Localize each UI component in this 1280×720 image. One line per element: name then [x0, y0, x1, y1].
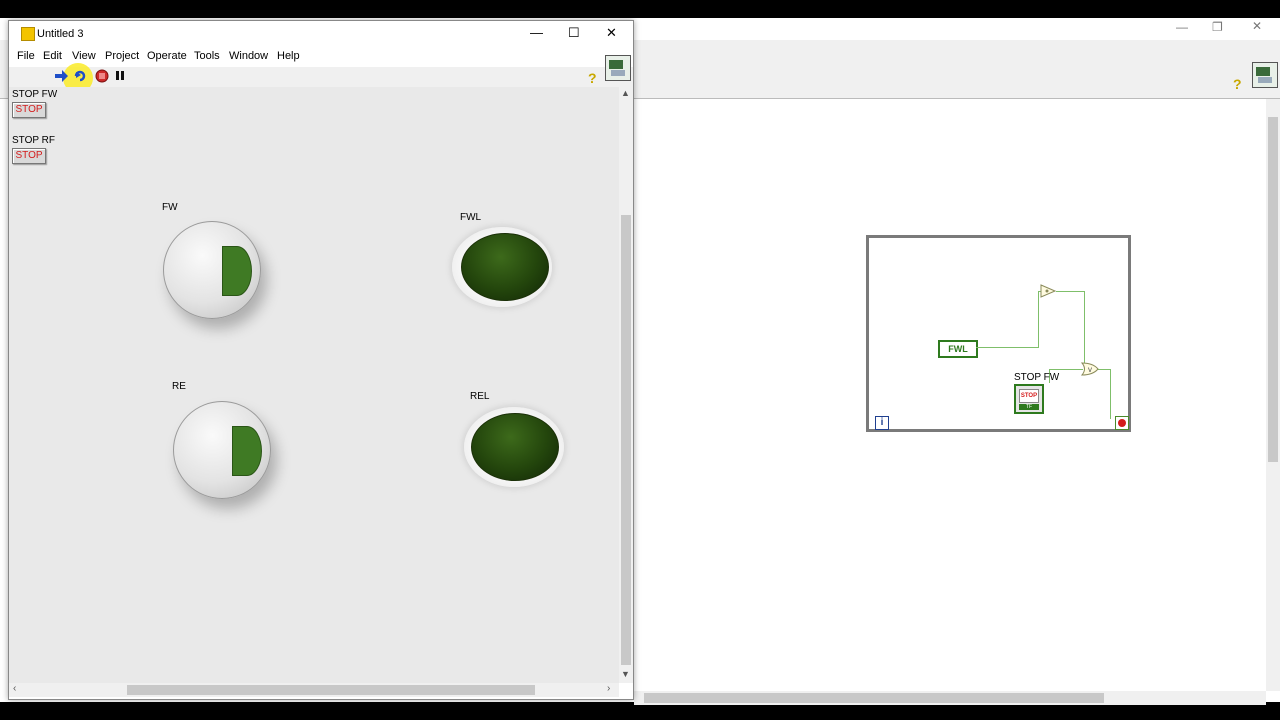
re-label: RE — [172, 381, 186, 392]
loop-condition-terminal[interactable] — [1115, 416, 1129, 430]
re-knob[interactable] — [173, 401, 271, 499]
rel-led[interactable] — [471, 413, 559, 481]
scroll-up-icon[interactable]: ▲ — [621, 88, 630, 98]
run-continuously-icon[interactable] — [73, 69, 87, 83]
vi-icon[interactable] — [1252, 62, 1278, 88]
labview-icon — [21, 27, 35, 41]
scroll-thumb[interactable] — [621, 215, 631, 665]
abort-icon[interactable] — [95, 69, 109, 83]
menu-file[interactable]: File — [17, 50, 35, 62]
wire — [1056, 291, 1084, 292]
stop-fw-terminal-label: STOP FW — [1014, 372, 1060, 383]
scroll-left-icon[interactable]: ‹ — [13, 683, 16, 694]
fw-knob[interactable] — [163, 221, 261, 319]
wire — [1038, 291, 1039, 348]
fwl-label: FWL — [460, 212, 482, 223]
stop-fw-terminal-type: TF — [1019, 404, 1039, 410]
menu-tools[interactable]: Tools — [194, 50, 220, 62]
minimize-icon[interactable]: — — [530, 25, 543, 40]
rel-label: REL — [470, 391, 490, 402]
fwl-led-bezel — [452, 227, 552, 307]
front-panel-horizontal-scrollbar[interactable]: ‹ › — [9, 683, 619, 697]
menu-view[interactable]: View — [72, 50, 96, 62]
stop-fw-label: STOP FW — [12, 89, 58, 100]
not-gate-icon[interactable] — [1040, 284, 1056, 298]
fwl-local-variable[interactable]: FWL — [938, 340, 978, 358]
run-arrow-icon[interactable] — [55, 70, 69, 82]
stop-fw-terminal-icon: STOP — [1019, 389, 1039, 403]
iteration-terminal[interactable]: i — [875, 416, 889, 430]
minimize-icon[interactable]: — — [1176, 20, 1188, 34]
rel-led-bezel — [464, 407, 564, 487]
front-panel-vertical-scrollbar[interactable]: ▲ ▼ — [619, 87, 633, 683]
pause-icon[interactable] — [114, 70, 126, 82]
re-knob-indicator — [232, 426, 262, 476]
wire — [1084, 291, 1085, 366]
fw-knob-indicator — [222, 246, 252, 296]
scroll-thumb[interactable] — [1268, 117, 1278, 462]
front-panel-toolbar: ? — [9, 55, 633, 93]
stop-fw-button[interactable]: STOP — [12, 102, 46, 118]
block-diagram-horizontal-scrollbar[interactable] — [634, 691, 1266, 705]
wire — [976, 347, 1038, 348]
help-icon[interactable]: ? — [1233, 76, 1242, 92]
window-title: Untitled 3 — [37, 28, 84, 40]
svg-text:v: v — [1088, 365, 1092, 374]
wire — [1110, 369, 1111, 419]
menu-project[interactable]: Project — [105, 50, 139, 62]
front-panel-canvas[interactable]: STOP FW STOP STOP RF STOP FW RE FWL REL — [9, 87, 619, 683]
front-panel-window: Untitled 3 — ☐ ✕ File Edit View Project … — [8, 20, 634, 700]
scroll-right-icon[interactable]: › — [607, 683, 610, 694]
while-loop[interactable]: i FWL v STOP FW STOP TF — [866, 235, 1131, 432]
scroll-down-icon[interactable]: ▼ — [621, 669, 630, 679]
close-icon[interactable]: ✕ — [1252, 19, 1262, 33]
restore-icon[interactable]: ❐ — [1212, 20, 1223, 34]
menu-edit[interactable]: Edit — [43, 50, 62, 62]
block-diagram-vertical-scrollbar[interactable] — [1266, 99, 1280, 691]
menu-help[interactable]: Help — [277, 50, 300, 62]
fw-label: FW — [162, 202, 178, 213]
front-panel-menubar: File Edit View Project Operate Tools Win… — [9, 47, 633, 67]
help-icon[interactable]: ? — [588, 70, 597, 86]
stop-rf-button[interactable]: STOP — [12, 148, 46, 164]
or-gate-icon[interactable]: v — [1081, 362, 1099, 376]
scroll-thumb[interactable] — [127, 685, 535, 695]
menu-operate[interactable]: Operate — [147, 50, 187, 62]
maximize-icon[interactable]: ☐ — [568, 25, 580, 41]
stop-rf-label: STOP RF — [12, 135, 55, 146]
scroll-thumb[interactable] — [644, 693, 1104, 703]
fwl-led[interactable] — [461, 233, 549, 301]
close-icon[interactable]: ✕ — [606, 25, 617, 41]
wire — [1098, 369, 1110, 370]
menu-window[interactable]: Window — [229, 50, 268, 62]
wire — [1049, 369, 1083, 370]
front-panel-titlebar: Untitled 3 — ☐ ✕ — [9, 21, 633, 47]
stop-fw-terminal[interactable]: STOP TF — [1014, 384, 1044, 414]
vi-icon[interactable] — [605, 55, 631, 81]
